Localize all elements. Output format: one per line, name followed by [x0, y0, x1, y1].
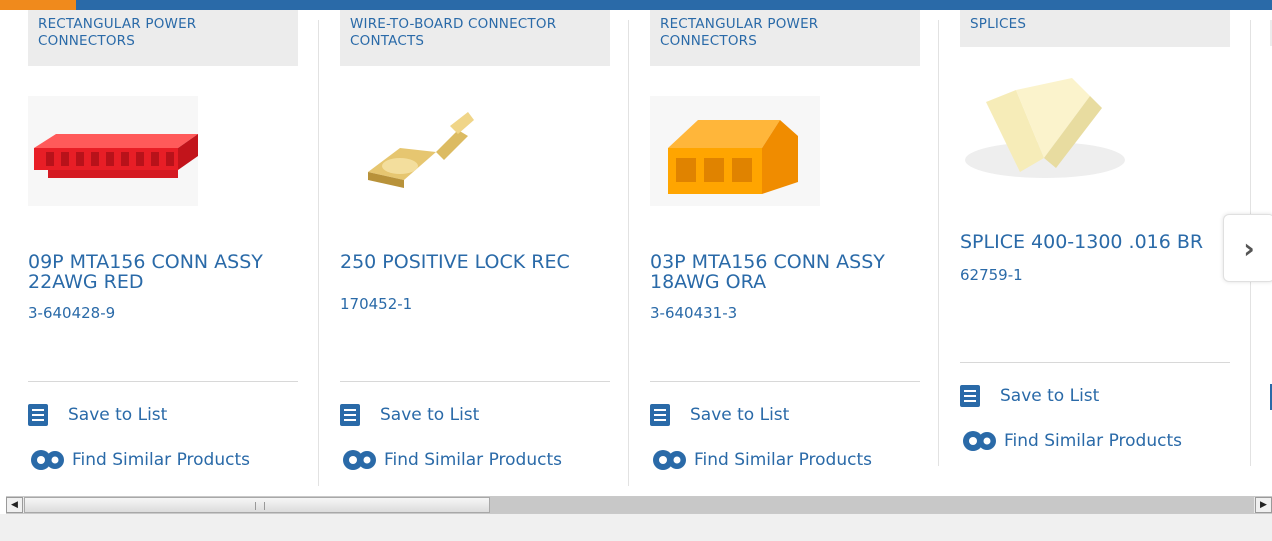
scroll-left-button[interactable]: ◀: [6, 497, 23, 513]
scrollbar-thumb[interactable]: [24, 497, 490, 513]
horizontal-scrollbar[interactable]: ◀ ▶: [6, 496, 1272, 514]
gears-icon: [343, 450, 376, 470]
product-image[interactable]: [28, 90, 298, 210]
arrow-right-icon: ▶: [1260, 500, 1267, 510]
gears-icon: [31, 450, 64, 470]
product-name-link[interactable]: 250 POSITIVE LOCK REC: [340, 252, 610, 272]
find-similar-button[interactable]: Find Similar Products: [650, 447, 872, 473]
checklist-icon: [340, 404, 360, 426]
find-similar-button[interactable]: Find Similar Products: [960, 428, 1182, 454]
find-similar-label: Find Similar Products: [694, 450, 872, 470]
product-name-link[interactable]: 09P MTA156 CONN ASSY 22AWG RED: [28, 252, 298, 292]
column-divider: [628, 20, 629, 486]
divider: [340, 381, 610, 382]
chevron-right-icon: ›: [1243, 231, 1255, 265]
scroll-right-button[interactable]: ▶: [1255, 497, 1272, 513]
active-indicator: [0, 0, 76, 10]
product-image[interactable]: [960, 68, 1230, 188]
find-similar-button[interactable]: Find Similar Products: [28, 447, 250, 473]
divider: [650, 381, 920, 382]
product-category-link[interactable]: WIRE-TO-BOARD CONNECTOR CONTACTS: [340, 10, 610, 66]
part-number-link[interactable]: 3-640428-9: [28, 304, 115, 322]
part-number-link[interactable]: 170452-1: [340, 295, 412, 313]
divider: [960, 362, 1230, 363]
part-number-link[interactable]: 62759-1: [960, 266, 1023, 284]
product-image[interactable]: [650, 90, 920, 210]
product-image[interactable]: [340, 90, 610, 210]
save-to-list-label: Save to List: [690, 405, 790, 425]
save-to-list-label: Save to List: [68, 405, 168, 425]
product-card: RECTANGULAR POWER CONNECTORS 03P MTA156 …: [650, 10, 920, 486]
column-divider: [938, 20, 939, 466]
product-category-link[interactable]: RECTANGULAR POWER CONNECTORS: [650, 10, 920, 66]
arrow-left-icon: ◀: [11, 500, 18, 510]
checklist-icon: [960, 385, 980, 407]
product-category-link[interactable]: SPLICES: [960, 10, 1230, 47]
product-card: SPLICES SPLICE 400-1300 .016 BR 62759-1 …: [960, 10, 1230, 486]
save-to-list-button[interactable]: Save to List: [28, 402, 167, 428]
save-to-list-label: Save to List: [380, 405, 480, 425]
gears-icon: [653, 450, 686, 470]
save-to-list-button[interactable]: Save to List: [960, 383, 1099, 409]
find-similar-button[interactable]: Find Similar Products: [340, 447, 562, 473]
checklist-icon: [28, 404, 48, 426]
gears-icon: [963, 431, 996, 451]
save-to-list-button[interactable]: Save to List: [650, 402, 789, 428]
top-accent-bar: [0, 0, 1272, 10]
product-name-link[interactable]: SPLICE 400-1300 .016 BR: [960, 232, 1230, 252]
divider: [28, 381, 298, 382]
product-card: WIRE-TO-BOARD CONNECTOR CONTACTS 250 POS…: [340, 10, 610, 486]
product-name-link[interactable]: 03P MTA156 CONN ASSY 18AWG ORA: [650, 252, 920, 292]
page-footer-area: [0, 514, 1272, 541]
grip-icon: [255, 502, 265, 510]
find-similar-label: Find Similar Products: [1004, 431, 1182, 451]
save-to-list-button[interactable]: Save to List: [340, 402, 479, 428]
scrollbar-track[interactable]: [490, 497, 1254, 513]
find-similar-label: Find Similar Products: [384, 450, 562, 470]
carousel-next-button[interactable]: ›: [1223, 214, 1272, 282]
column-divider: [318, 20, 319, 486]
checklist-icon: [650, 404, 670, 426]
find-similar-label: Find Similar Products: [72, 450, 250, 470]
product-category-link[interactable]: RECTANGULAR POWER CONNECTORS: [28, 10, 298, 66]
product-card: RECTANGULAR POWER CONNECTORS 09P MTA156 …: [28, 10, 298, 486]
save-to-list-label: Save to List: [1000, 386, 1100, 406]
part-number-link[interactable]: 3-640431-3: [650, 304, 737, 322]
